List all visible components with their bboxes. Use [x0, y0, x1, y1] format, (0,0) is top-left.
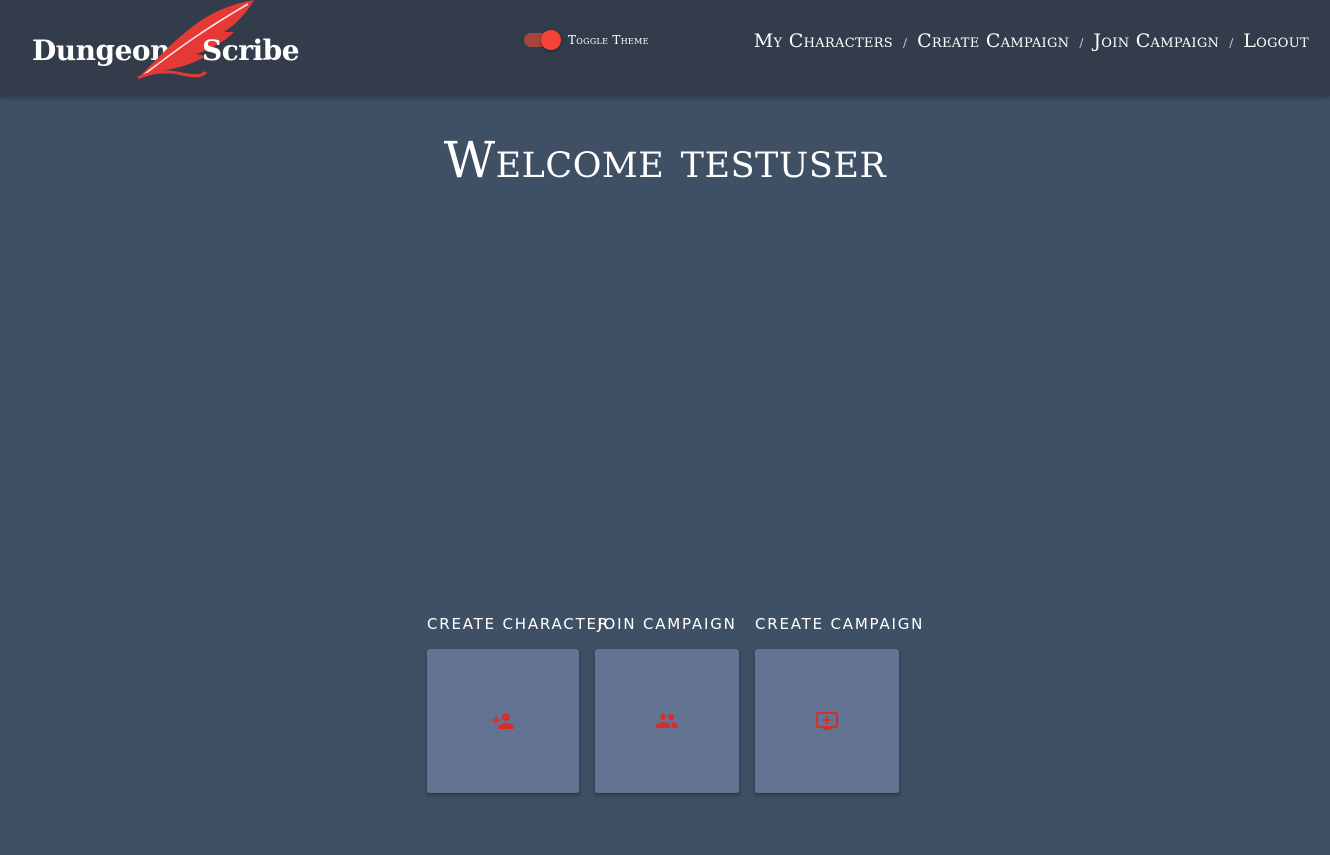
create-campaign-card[interactable]: [755, 649, 899, 793]
create-campaign-action: Create Campaign: [755, 612, 925, 793]
toggle-switch[interactable]: [524, 30, 561, 50]
join-campaign-card[interactable]: [595, 649, 739, 793]
toggle-theme-label: Toggle Theme: [568, 33, 649, 47]
nav-my-characters[interactable]: My Characters: [754, 30, 893, 52]
welcome-heading: Welcome testuser: [443, 131, 887, 189]
add-to-queue-icon: [816, 712, 838, 730]
create-character-title: Create Character: [427, 615, 611, 633]
group-icon: [656, 714, 678, 728]
create-character-action: Create Character: [427, 612, 611, 793]
join-campaign-title: Join Campaign: [597, 615, 737, 633]
nav-links: My Characters / Create Campaign / Join C…: [754, 30, 1309, 52]
brand-word-scribe: Scribe: [202, 34, 300, 67]
nav-logout[interactable]: Logout: [1243, 30, 1309, 52]
toggle-knob: [541, 30, 561, 50]
person-add-icon: [492, 713, 514, 729]
join-campaign-action: Join Campaign: [595, 612, 739, 793]
nav-create-campaign[interactable]: Create Campaign: [917, 30, 1069, 52]
theme-toggle[interactable]: Toggle Theme: [524, 30, 649, 50]
brand-logo[interactable]: Dungeon Scribe: [32, 0, 300, 90]
nav-join-campaign[interactable]: Join Campaign: [1093, 30, 1219, 52]
nav-separator: /: [1079, 36, 1084, 50]
create-campaign-title: Create Campaign: [755, 615, 925, 633]
create-character-card[interactable]: [427, 649, 579, 793]
action-cards: Create Character Join Campaign Create Ca…: [427, 612, 925, 794]
nav-separator: /: [903, 36, 908, 50]
navbar: Dungeon Scribe Toggle Theme My Character…: [0, 0, 1330, 96]
nav-separator: /: [1229, 36, 1234, 50]
